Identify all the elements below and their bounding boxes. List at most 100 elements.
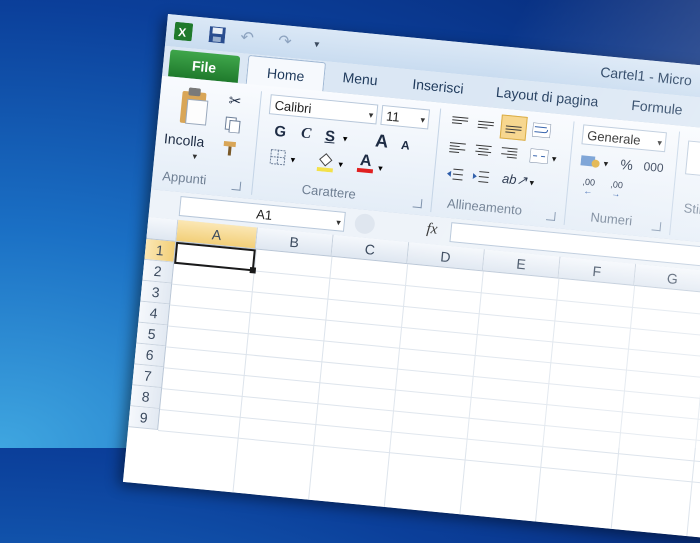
align-right-icon[interactable] xyxy=(497,142,521,164)
separator xyxy=(563,121,575,225)
excel-logo-icon[interactable]: X xyxy=(171,21,195,43)
conditional-formatting-icon[interactable] xyxy=(685,140,700,178)
excel-window: X ↶ ↷ ▾ Cartel1 - Micro File Home Menu I… xyxy=(122,14,700,543)
borders-icon[interactable] xyxy=(266,146,290,168)
font-launcher-icon[interactable] xyxy=(412,198,423,209)
accounting-dropdown-icon[interactable]: ▾ xyxy=(603,158,608,169)
wrap-text-icon[interactable] xyxy=(530,119,554,141)
customize-qat-icon[interactable]: ▾ xyxy=(305,33,329,55)
shrink-font-button[interactable]: A xyxy=(394,134,418,156)
spreadsheet-grid[interactable]: A B C D E F G 1 2 3 4 5 6 7 8 9 xyxy=(122,217,700,543)
align-center-icon[interactable] xyxy=(471,140,495,162)
fill-handle[interactable] xyxy=(249,267,257,274)
save-icon[interactable] xyxy=(205,24,229,46)
formula-bar-splitter[interactable] xyxy=(353,212,376,235)
font-color-dropdown-icon[interactable]: ▾ xyxy=(378,163,383,174)
percent-button[interactable]: % xyxy=(615,154,639,176)
column-header-g[interactable]: G xyxy=(634,264,700,294)
number-format-value: Generale xyxy=(586,127,642,148)
gridline xyxy=(610,285,636,529)
paste-icon[interactable] xyxy=(175,85,213,128)
name-box-value: A1 xyxy=(255,205,273,223)
tab-inserisci[interactable]: Inserisci xyxy=(412,76,465,97)
paste-dropdown-icon[interactable]: ▾ xyxy=(192,151,197,162)
borders-dropdown-icon[interactable]: ▾ xyxy=(290,154,295,165)
align-top-icon[interactable] xyxy=(448,111,472,133)
gridline xyxy=(686,293,700,537)
align-left-icon[interactable] xyxy=(446,137,470,159)
number-group-label: Numeri xyxy=(589,209,633,229)
window-title: Cartel1 - Micro xyxy=(599,63,693,89)
separator xyxy=(430,108,442,213)
tab-menu[interactable]: Menu xyxy=(342,69,378,88)
gridline xyxy=(459,271,484,515)
gridline xyxy=(383,264,409,508)
increase-decimal-button[interactable]: ,00 ← xyxy=(576,176,600,198)
font-group-label: Carattere xyxy=(301,181,357,202)
alignment-launcher-icon[interactable] xyxy=(545,211,556,222)
insert-function-button[interactable]: fx xyxy=(426,221,438,239)
merge-dropdown-icon[interactable]: ▾ xyxy=(551,153,556,164)
increase-indent-icon[interactable] xyxy=(469,166,493,188)
orientation-dropdown-icon[interactable]: ▾ xyxy=(529,177,534,188)
select-all-corner[interactable] xyxy=(146,217,179,242)
align-bottom-icon[interactable] xyxy=(499,114,528,141)
row-header-4[interactable]: 4 xyxy=(138,301,171,326)
row-header-3[interactable]: 3 xyxy=(140,280,173,305)
format-painter-icon[interactable] xyxy=(218,138,242,160)
separator xyxy=(669,131,681,236)
fill-color-dropdown-icon[interactable]: ▾ xyxy=(338,159,343,170)
row-header-6[interactable]: 6 xyxy=(134,343,167,368)
number-launcher-icon[interactable] xyxy=(651,221,662,232)
row-header-9[interactable]: 9 xyxy=(128,406,161,430)
styles-group-label: Stili xyxy=(683,200,700,218)
row-header-1[interactable]: 1 xyxy=(144,238,177,263)
redo-icon[interactable]: ↷ xyxy=(273,30,297,52)
tab-formule[interactable]: Formule xyxy=(631,97,684,118)
font-color-button[interactable]: A xyxy=(354,152,378,175)
decrease-decimal-button[interactable]: ,00 → xyxy=(604,179,628,201)
alignment-group-label: Allineamento xyxy=(446,195,523,218)
font-name-value: Calibri xyxy=(274,97,313,116)
font-size-select[interactable]: 11 ▾ xyxy=(380,104,431,130)
chevron-down-icon: ▾ xyxy=(656,137,663,148)
row-header-8[interactable]: 8 xyxy=(130,385,163,410)
underline-button[interactable]: S xyxy=(318,125,342,147)
row-header-5[interactable]: 5 xyxy=(136,322,169,347)
chevron-down-icon: ▾ xyxy=(420,114,426,126)
row-header-2[interactable]: 2 xyxy=(142,259,175,284)
font-color-letter: A xyxy=(359,152,373,171)
separator xyxy=(251,91,263,195)
arrow-right-icon: → xyxy=(610,188,621,200)
copy-icon[interactable] xyxy=(221,114,245,136)
merge-center-icon[interactable] xyxy=(527,145,551,167)
gridline xyxy=(232,249,257,493)
decrease-indent-icon[interactable] xyxy=(443,163,467,185)
align-middle-icon[interactable] xyxy=(474,114,498,136)
clipboard-launcher-icon[interactable] xyxy=(231,180,242,191)
font-size-value: 11 xyxy=(385,107,401,125)
tab-layout-di-pagina[interactable]: Layout di pagina xyxy=(495,84,599,110)
font-name-select[interactable]: Calibri ▾ xyxy=(268,94,379,125)
fill-color-icon[interactable] xyxy=(314,151,338,173)
undo-icon[interactable]: ↶ xyxy=(235,27,259,49)
orientation-icon[interactable]: ab↗ xyxy=(501,169,528,191)
arrow-left-icon: ← xyxy=(583,185,593,197)
font-color-bar xyxy=(356,167,374,174)
gridline xyxy=(535,278,560,522)
clipboard-group-label: Appunti xyxy=(161,168,208,188)
bold-button[interactable]: G xyxy=(268,120,292,142)
number-format-select[interactable]: Generale ▾ xyxy=(581,124,667,153)
grow-font-button[interactable]: A xyxy=(370,130,394,152)
row-header-7[interactable]: 7 xyxy=(132,364,165,389)
chevron-down-icon: ▾ xyxy=(368,109,374,121)
italic-button[interactable]: C xyxy=(294,123,318,145)
underline-dropdown-icon[interactable]: ▾ xyxy=(342,133,347,144)
svg-text:X: X xyxy=(178,25,187,40)
chevron-down-icon: ▾ xyxy=(335,217,342,228)
thousands-separator-button[interactable]: 000 xyxy=(639,156,669,179)
cut-icon[interactable]: ✂ xyxy=(223,90,247,112)
gridline xyxy=(308,256,333,500)
accounting-format-icon[interactable] xyxy=(579,150,603,172)
paste-button[interactable]: Incolla xyxy=(163,130,205,150)
